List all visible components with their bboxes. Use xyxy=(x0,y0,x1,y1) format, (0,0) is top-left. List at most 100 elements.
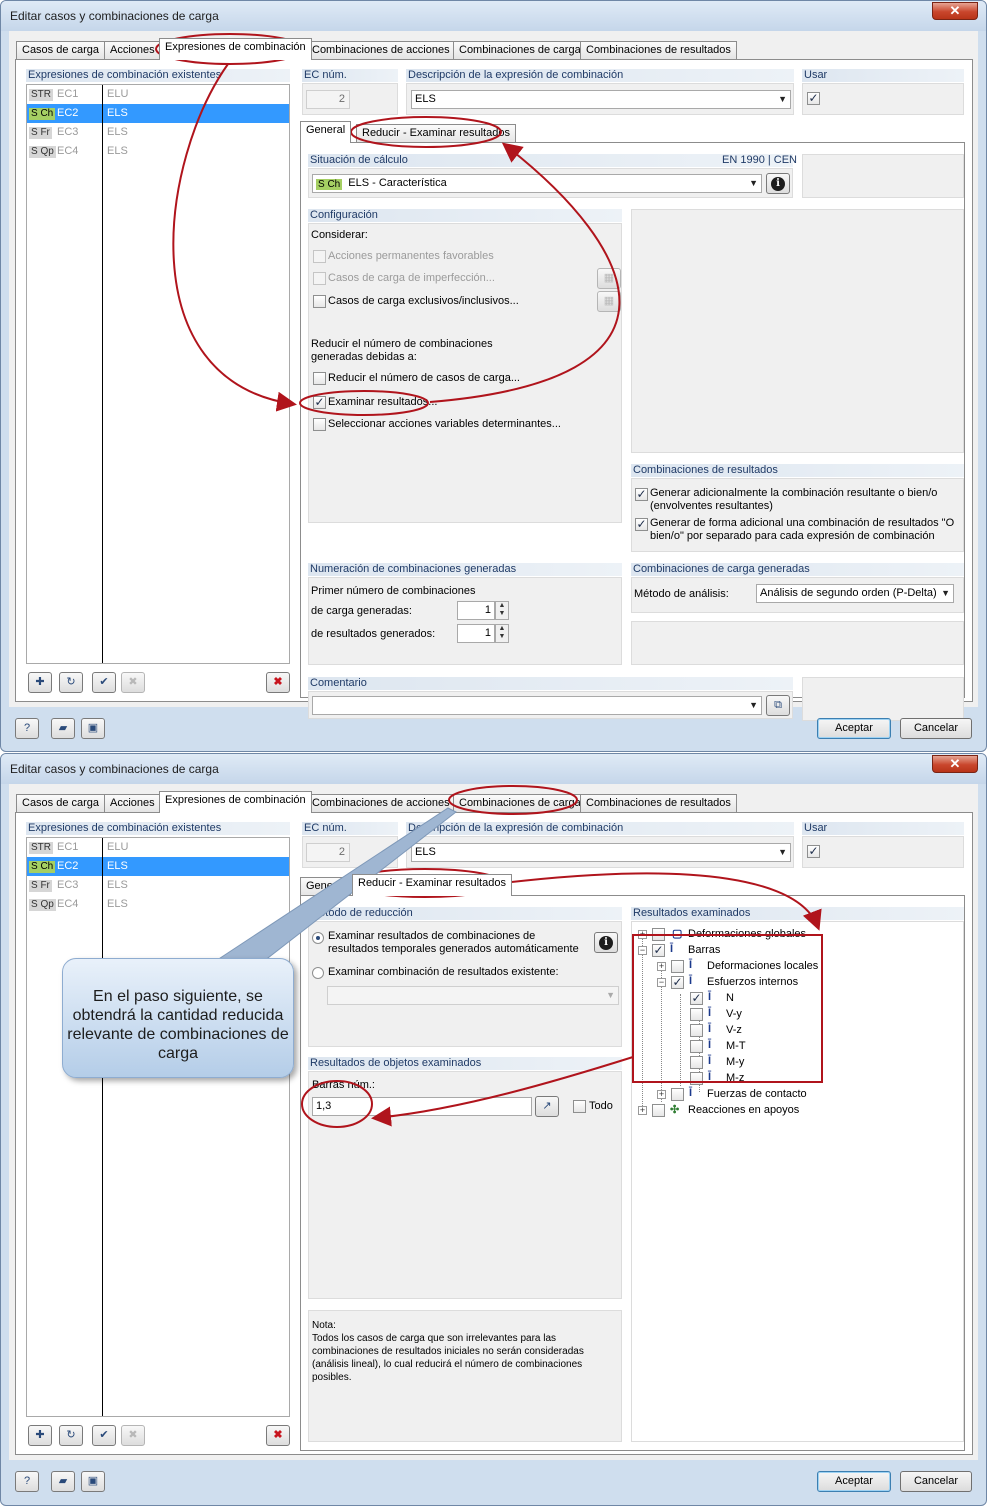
reduce-loadcases-checkbox[interactable] xyxy=(313,372,326,385)
existing-combination-select[interactable]: ▼ xyxy=(327,986,619,1005)
new-expression-button[interactable]: ✚ xyxy=(28,1425,52,1446)
comment-input[interactable]: ▼ xyxy=(312,696,762,715)
info-button[interactable]: i xyxy=(766,173,790,194)
subtab-general[interactable]: General xyxy=(300,877,352,896)
first-load-combo-input[interactable]: 1 xyxy=(457,601,495,620)
analysis-method-select[interactable]: Análisis de segundo orden (P-Delta) ▼ xyxy=(756,584,954,603)
examine-existing-radio[interactable] xyxy=(312,967,324,979)
close-button[interactable]: ✕ xyxy=(932,2,978,20)
members-input[interactable]: 1,3 xyxy=(312,1097,532,1116)
tab-casos-de-carga[interactable]: Casos de carga xyxy=(16,794,106,812)
load-spinner[interactable]: ▲ ▼ xyxy=(495,601,509,620)
edit-expression-button[interactable]: ↻ xyxy=(59,1425,83,1446)
imperfection-edit-button[interactable]: ▦ xyxy=(597,268,621,289)
tree-checkbox[interactable] xyxy=(671,1088,684,1101)
subtab-general[interactable]: General xyxy=(300,121,352,143)
expand-icon[interactable]: + xyxy=(657,1090,666,1099)
save-button[interactable]: ▣ xyxy=(81,718,105,739)
list-item[interactable]: S Fr EC3 ELS xyxy=(27,876,289,895)
situation-select[interactable]: S Ch ELS - Característica ▼ xyxy=(312,174,762,193)
ec-num-field[interactable]: 2 xyxy=(306,90,350,109)
tab-casos-de-carga[interactable]: Casos de carga xyxy=(16,41,106,59)
member-icon: Ī xyxy=(708,1055,712,1067)
results-spinner[interactable]: ▲ ▼ xyxy=(495,624,509,643)
description-select[interactable]: ELS ▼ xyxy=(411,90,791,109)
check-button[interactable]: ✔ xyxy=(92,672,116,693)
check-button[interactable]: ✔ xyxy=(92,1425,116,1446)
tab-combinaciones-de-acciones[interactable]: Combinaciones de acciones xyxy=(306,794,456,812)
save-button[interactable]: ▣ xyxy=(81,1471,105,1492)
tree-checkbox[interactable] xyxy=(652,1104,665,1117)
tree-checkbox[interactable] xyxy=(690,1056,703,1069)
edit-expression-button[interactable]: ↻ xyxy=(59,672,83,693)
config-box: Considerar: Acciones permanentes favorab… xyxy=(308,223,622,523)
tab-combinaciones-de-carga[interactable]: Combinaciones de carga xyxy=(453,794,587,812)
tab-combinaciones-de-acciones[interactable]: Combinaciones de acciones xyxy=(306,41,456,59)
tree-checkbox[interactable] xyxy=(690,1072,703,1085)
comment-copy-button[interactable]: ⧉ xyxy=(766,695,790,716)
all-members-checkbox[interactable] xyxy=(573,1100,586,1113)
expand-icon[interactable]: + xyxy=(638,930,647,939)
ok-button[interactable]: Aceptar xyxy=(817,1471,891,1492)
cancel-button[interactable]: Cancelar xyxy=(900,718,972,739)
tab-combinaciones-de-resultados[interactable]: Combinaciones de resultados xyxy=(580,794,737,812)
delete-button[interactable]: ✖ xyxy=(266,672,290,693)
tab-expresiones-de-combinacion[interactable]: Expresiones de combinación xyxy=(159,791,312,813)
ok-button[interactable]: Aceptar xyxy=(817,718,891,739)
list-item[interactable]: STR EC1 ELU xyxy=(27,838,289,857)
use-checkbox[interactable]: ✓ xyxy=(807,845,820,858)
tree-checkbox[interactable] xyxy=(690,1024,703,1037)
tab-combinaciones-de-carga[interactable]: Combinaciones de carga xyxy=(453,41,587,59)
expand-icon[interactable]: + xyxy=(638,1106,647,1115)
delete-disabled-button[interactable]: ✖ xyxy=(121,672,145,693)
imperfection-checkbox[interactable] xyxy=(313,272,326,285)
list-item-selected[interactable]: S Ch EC2 ELS xyxy=(27,857,289,876)
list-item[interactable]: S Qp EC4 ELS xyxy=(27,142,289,161)
list-item[interactable]: S Fr EC3 ELS xyxy=(27,123,289,142)
open-button[interactable]: ▰ xyxy=(51,1471,75,1492)
tree-checkbox[interactable]: ✓ xyxy=(671,976,684,989)
description-select[interactable]: ELS ▼ xyxy=(411,843,791,862)
list-item-selected[interactable]: S Ch EC2 ELS xyxy=(27,104,289,123)
tree-line xyxy=(642,936,643,1108)
tree-checkbox[interactable]: ✓ xyxy=(690,992,703,1005)
list-item[interactable]: STR EC1 ELU xyxy=(27,85,289,104)
tree-checkbox[interactable] xyxy=(690,1040,703,1053)
delete-disabled-button[interactable]: ✖ xyxy=(121,1425,145,1446)
collapse-icon[interactable]: − xyxy=(638,946,647,955)
cancel-button[interactable]: Cancelar xyxy=(900,1471,972,1492)
use-checkbox[interactable]: ✓ xyxy=(807,92,820,105)
pick-members-button[interactable]: ↗ xyxy=(535,1096,559,1117)
subtab-reducir[interactable]: Reducir - Examinar resultados xyxy=(352,874,512,896)
generate-or-checkbox[interactable]: ✓ xyxy=(635,518,648,531)
open-button[interactable]: ▰ xyxy=(51,718,75,739)
subtab-reducir[interactable]: Reducir - Examinar resultados xyxy=(356,124,516,143)
variable-actions-checkbox[interactable] xyxy=(313,418,326,431)
examine-auto-radio[interactable] xyxy=(312,932,324,944)
close-button[interactable]: ✕ xyxy=(932,755,978,773)
first-result-combo-input[interactable]: 1 xyxy=(457,624,495,643)
collapse-icon[interactable]: − xyxy=(657,978,666,987)
help-button[interactable]: ? xyxy=(15,718,39,739)
help-button[interactable]: ? xyxy=(15,1471,39,1492)
tab-combinaciones-de-resultados[interactable]: Combinaciones de resultados xyxy=(580,41,737,59)
tab-expresiones-de-combinacion[interactable]: Expresiones de combinación xyxy=(159,38,312,60)
expand-icon[interactable]: + xyxy=(657,962,666,971)
tab-acciones[interactable]: Acciones xyxy=(104,794,161,812)
permanent-actions-checkbox[interactable] xyxy=(313,250,326,263)
list-item[interactable]: S Qp EC4 ELS xyxy=(27,895,289,914)
exclusive-checkbox[interactable] xyxy=(313,295,326,308)
tree-checkbox[interactable] xyxy=(671,960,684,973)
ec-num-field[interactable]: 2 xyxy=(306,843,350,862)
new-expression-button[interactable]: ✚ xyxy=(28,672,52,693)
tree-checkbox[interactable]: ✓ xyxy=(652,944,665,957)
examine-results-checkbox[interactable]: ✓ xyxy=(313,396,326,409)
generate-envelope-checkbox[interactable]: ✓ xyxy=(635,488,648,501)
exclusive-edit-button[interactable]: ▦ xyxy=(597,291,621,312)
side-box xyxy=(802,154,964,198)
info-button[interactable]: i xyxy=(594,932,618,953)
tab-acciones[interactable]: Acciones xyxy=(104,41,161,59)
delete-button[interactable]: ✖ xyxy=(266,1425,290,1446)
tree-checkbox[interactable] xyxy=(652,928,665,941)
tree-checkbox[interactable] xyxy=(690,1008,703,1021)
